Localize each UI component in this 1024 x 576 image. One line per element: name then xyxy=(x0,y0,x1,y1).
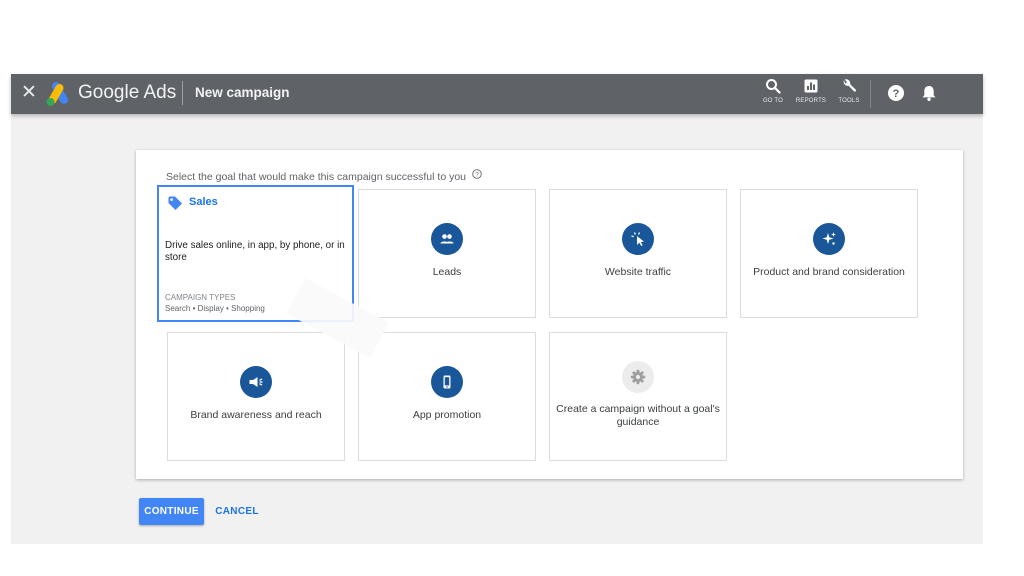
gear-icon xyxy=(622,361,654,393)
goal-card-app-promotion[interactable]: App promotion xyxy=(358,332,536,461)
reports-icon xyxy=(804,79,818,93)
top-bar: ✕ Google Ads New campaign GO TO REPORTS xyxy=(11,74,983,114)
sparkle-icon xyxy=(813,223,845,255)
goal-prompt-text: Select the goal that would make this cam… xyxy=(166,171,466,183)
page-title: New campaign xyxy=(195,85,290,100)
goal-label: Create a campaign without a goal's guida… xyxy=(556,403,720,428)
continue-button[interactable]: CONTINUE xyxy=(139,498,204,525)
goal-card-leads[interactable]: Leads xyxy=(358,189,536,318)
google-ads-logo xyxy=(46,82,68,106)
goal-card-product-brand-consideration[interactable]: Product and brand consideration xyxy=(740,189,918,318)
close-icon[interactable]: ✕ xyxy=(19,81,39,105)
campaign-types-list: Search • Display • Shopping xyxy=(165,304,265,313)
sales-title: Sales xyxy=(189,196,218,208)
cursor-click-icon xyxy=(622,223,654,255)
phone-icon xyxy=(431,366,463,398)
tools-label: TOOLS xyxy=(838,98,860,104)
goto-label: GO TO xyxy=(762,98,784,104)
goal-label: Website traffic xyxy=(604,266,672,278)
tools-button[interactable]: TOOLS xyxy=(829,77,869,111)
megaphone-icon xyxy=(240,366,272,398)
goal-label: Brand awareness and reach xyxy=(190,409,322,421)
svg-text:?: ? xyxy=(893,88,900,100)
search-icon xyxy=(766,79,781,94)
goal-label: Product and brand consideration xyxy=(753,266,905,278)
app-window: ✕ Google Ads New campaign GO TO REPORTS xyxy=(11,74,983,544)
notifications-bell-icon[interactable] xyxy=(918,82,940,104)
question-circle-icon[interactable]: ? xyxy=(472,169,482,179)
brand-name: Google Ads xyxy=(78,82,177,103)
sales-description: Drive sales online, in app, by phone, or… xyxy=(165,240,345,263)
reports-button[interactable]: REPORTS xyxy=(791,77,831,111)
goal-selection-card: Select the goal that would make this cam… xyxy=(136,150,963,479)
tag-icon xyxy=(168,196,182,210)
goal-label: App promotion xyxy=(412,409,482,421)
svg-text:?: ? xyxy=(475,171,479,178)
toolbar-separator xyxy=(870,80,871,108)
goto-button[interactable]: GO TO xyxy=(753,77,793,111)
cancel-button[interactable]: CANCEL xyxy=(211,498,263,525)
goal-label: Leads xyxy=(432,266,462,278)
goal-prompt: Select the goal that would make this cam… xyxy=(166,169,482,184)
goal-card-no-goal-guidance[interactable]: Create a campaign without a goal's guida… xyxy=(549,332,727,461)
goal-card-website-traffic[interactable]: Website traffic xyxy=(549,189,727,318)
goal-card-brand-awareness[interactable]: Brand awareness and reach xyxy=(167,332,345,461)
people-icon xyxy=(431,223,463,255)
wrench-icon xyxy=(843,79,857,92)
goal-card-sales[interactable]: Sales Drive sales online, in app, by pho… xyxy=(157,185,354,322)
campaign-types-heading: CAMPAIGN TYPES xyxy=(165,293,236,302)
help-icon[interactable]: ? xyxy=(885,82,907,104)
header-divider xyxy=(182,81,183,105)
reports-label: REPORTS xyxy=(795,98,827,104)
